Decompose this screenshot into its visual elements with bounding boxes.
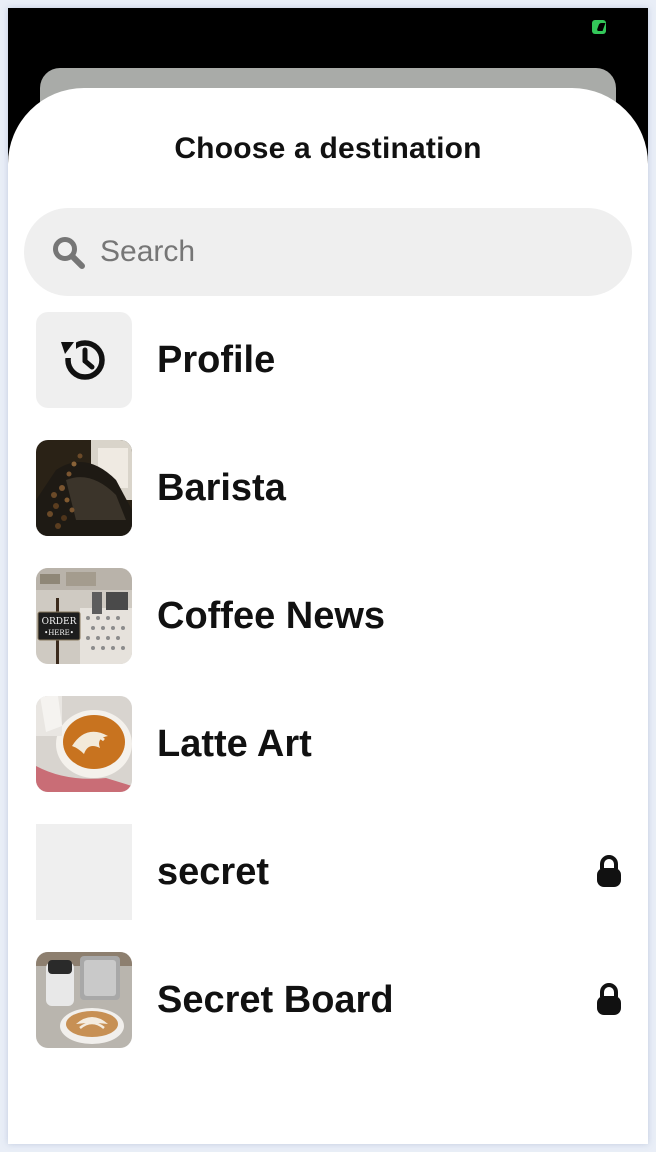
lock-icon [597, 983, 621, 1015]
board-item-secret[interactable]: secret [8, 824, 648, 920]
latte-art-pour-photo [36, 696, 132, 792]
board-name: Profile [157, 339, 276, 381]
board-name: Barista [157, 467, 286, 509]
board-item-barista[interactable]: Barista [8, 440, 648, 536]
history-icon [61, 340, 105, 380]
coffee-beans-photo [36, 440, 132, 536]
cafe-order-here-photo: ORDER •HERE• [36, 568, 132, 664]
svg-text:•HERE•: •HERE• [44, 629, 74, 637]
search-bar[interactable] [24, 208, 632, 296]
search-icon [53, 237, 85, 269]
svg-text:ORDER: ORDER [42, 617, 77, 627]
board-item-coffee-news[interactable]: ORDER •HERE• Coffee News [8, 568, 648, 664]
phone-screen: Choose a destination Search Profile Bari… [8, 8, 648, 1144]
empty-thumbnail [36, 824, 132, 920]
board-name: Latte Art [157, 723, 312, 765]
board-item-latte-art[interactable]: Latte Art [8, 696, 648, 792]
battery-icon [592, 20, 606, 34]
search-input[interactable] [100, 208, 600, 296]
destination-sheet: Choose a destination Search Profile Bari… [8, 88, 648, 1144]
latte-cup-photo [36, 952, 132, 1048]
status-bar [8, 8, 648, 48]
profile-thumbnail [36, 312, 132, 408]
board-name: Coffee News [157, 595, 386, 637]
board-name: Secret Board [157, 979, 394, 1021]
board-item-secret-board[interactable]: Secret Board [8, 952, 648, 1048]
sheet-title: Choose a destination [174, 132, 482, 165]
lock-icon [597, 855, 621, 887]
board-item-profile[interactable]: Profile [8, 312, 648, 408]
board-name: secret [157, 851, 269, 893]
